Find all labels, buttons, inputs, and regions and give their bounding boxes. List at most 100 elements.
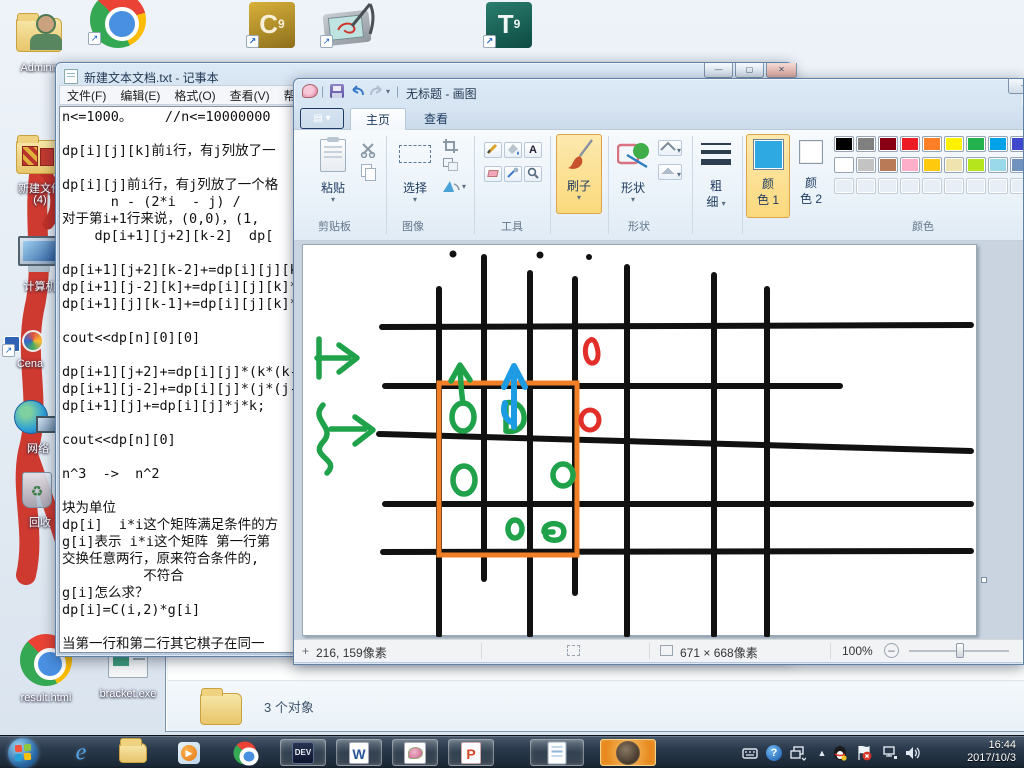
color1-button[interactable]: 颜 色 1 [746, 134, 790, 218]
help-tray-icon[interactable]: ? [766, 745, 782, 761]
network-tray-icon[interactable] [882, 745, 898, 761]
crop-icon[interactable] [442, 138, 460, 154]
palette-swatch[interactable] [856, 157, 876, 173]
shape-outline-button[interactable]: ▾ [658, 140, 682, 156]
quick-access-dropdown-icon[interactable]: ▾ [386, 87, 390, 96]
paint-canvas[interactable] [302, 244, 977, 638]
brush-button[interactable]: 刷子 ▾ [556, 134, 602, 214]
tab-view[interactable]: 查看 [408, 108, 464, 130]
desktop-icon-tablet-shortcut[interactable]: ↗ [320, 3, 376, 48]
palette-swatch[interactable] [834, 157, 854, 173]
zoom-slider-thumb[interactable] [956, 643, 964, 658]
shapes-button[interactable]: 形状 ▾ [612, 135, 654, 217]
maximize-button[interactable]: ▢ [735, 63, 764, 78]
shape-fill-button[interactable]: ▾ [658, 164, 682, 180]
action-center-flag-icon[interactable] [856, 745, 872, 761]
palette-swatch[interactable] [900, 178, 920, 194]
save-icon[interactable] [330, 84, 344, 98]
palette-swatch[interactable] [1010, 136, 1023, 152]
paint-minimize-button[interactable]: — [1008, 79, 1023, 94]
desktop-icon-cena[interactable]: ↗ Cena [2, 330, 58, 378]
fill-tool[interactable] [504, 142, 522, 158]
menu-format[interactable]: 格式(O) [167, 87, 222, 104]
keyboard-tray-icon[interactable] [742, 745, 758, 761]
palette-swatch[interactable] [988, 157, 1008, 173]
palette-swatch[interactable] [834, 136, 854, 152]
color2-button[interactable]: 颜 色 2 [794, 136, 828, 216]
taskbar-recorder[interactable] [600, 739, 656, 766]
icon-label: Cena [16, 358, 44, 370]
qq-tray-icon[interactable] [832, 745, 848, 761]
menu-edit[interactable]: 编辑(E) [113, 87, 167, 104]
palette-swatch[interactable] [1010, 178, 1023, 194]
start-button[interactable] [8, 738, 38, 768]
menu-file[interactable]: 文件(F) [60, 87, 113, 104]
window-tray-icon[interactable] [790, 745, 806, 761]
redo-icon[interactable] [368, 84, 384, 98]
palette-swatch[interactable] [966, 157, 986, 173]
taskbar-notepad[interactable] [530, 739, 584, 766]
size-button[interactable]: 粗 细 ▾ [696, 135, 736, 217]
palette-swatch[interactable] [922, 178, 942, 194]
copy-icon[interactable] [361, 164, 376, 181]
eraser-tool[interactable] [484, 166, 502, 182]
palette-swatch[interactable] [966, 178, 986, 194]
palette-swatch[interactable] [944, 157, 964, 173]
volume-tray-icon[interactable] [904, 745, 920, 761]
palette-swatch[interactable] [988, 136, 1008, 152]
desktop-icon-c9-shortcut[interactable]: C9 ↗ [246, 2, 295, 48]
paint-titlebar[interactable]: | ▾ | 无标题 - 画图 — [294, 79, 1023, 105]
palette-swatch[interactable] [922, 136, 942, 152]
color2-label2: 色 2 [799, 192, 822, 206]
palette-swatch[interactable] [878, 157, 898, 173]
palette-swatch[interactable] [878, 178, 898, 194]
taskbar-ie[interactable]: e [58, 739, 104, 766]
taskbar-chrome[interactable] [222, 739, 268, 766]
taskbar-wmp[interactable]: ▶ [166, 739, 212, 766]
pencil-tool[interactable] [484, 142, 502, 158]
size-label: 粗 [709, 179, 722, 193]
palette-swatch[interactable] [856, 178, 876, 194]
desktop-icon-t9-shortcut[interactable]: T9 ↗ [483, 2, 532, 48]
cut-icon[interactable] [360, 142, 378, 158]
tab-home[interactable]: 主页 [350, 108, 406, 130]
palette-swatch[interactable] [878, 136, 898, 152]
palette-swatch[interactable] [966, 136, 986, 152]
select-button[interactable]: 选择 ▾ [392, 135, 438, 217]
color-picker-tool[interactable] [504, 166, 522, 182]
resize-icon[interactable] [443, 158, 458, 171]
paint-icon [404, 741, 426, 764]
paste-button[interactable]: 粘贴 ▾ [310, 135, 356, 217]
palette-swatch[interactable] [834, 178, 854, 194]
palette-swatch[interactable] [944, 136, 964, 152]
rotate-icon[interactable] [440, 178, 462, 196]
palette-swatch[interactable] [856, 136, 876, 152]
close-button[interactable]: ✕ [766, 63, 797, 78]
image-size-icon [660, 645, 673, 656]
taskbar-powerpoint[interactable]: P [448, 739, 494, 766]
show-hidden-icons-button[interactable]: ▲ [814, 745, 830, 761]
rotate-dropdown-icon: ▾ [462, 182, 467, 191]
minimize-button[interactable]: — [704, 63, 733, 78]
taskbar-explorer[interactable] [110, 737, 156, 766]
palette-swatch[interactable] [922, 157, 942, 173]
taskbar-devcpp[interactable]: DEV [280, 739, 326, 766]
select-dropdown-icon: ▾ [412, 195, 417, 204]
tools-group-label: 工具 [501, 221, 523, 233]
palette-swatch[interactable] [944, 178, 964, 194]
canvas-resize-handle[interactable] [981, 577, 987, 583]
taskbar-clock[interactable]: 16:44 2017/10/3 [967, 739, 1016, 765]
text-tool[interactable]: A [524, 142, 542, 158]
magnifier-tool[interactable] [524, 166, 542, 182]
palette-swatch[interactable] [900, 157, 920, 173]
paint-menu-button[interactable]: ▤ ▾ [300, 108, 344, 129]
palette-swatch[interactable] [900, 136, 920, 152]
taskbar-word[interactable]: W [336, 739, 382, 766]
taskbar-paint[interactable] [392, 739, 438, 766]
undo-icon[interactable] [350, 84, 366, 98]
desktop-icon-chrome-shortcut[interactable]: ↗ [88, 0, 146, 48]
menu-view[interactable]: 查看(V) [223, 87, 277, 104]
palette-swatch[interactable] [1010, 157, 1023, 173]
palette-swatch[interactable] [988, 178, 1008, 194]
zoom-out-button[interactable]: – [884, 643, 899, 658]
